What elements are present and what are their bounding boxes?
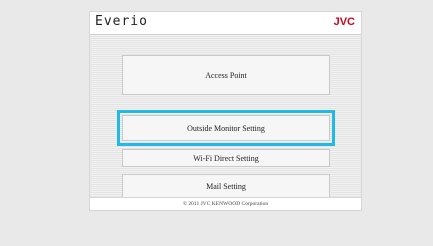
panel-header: Everio JVC — [90, 12, 361, 35]
mail-setting-button[interactable]: Mail Setting — [122, 174, 330, 198]
settings-panel: Everio JVC Access Point Outside Monitor … — [89, 11, 362, 211]
wifi-direct-setting-label: Wi-Fi Direct Setting — [193, 153, 259, 163]
wifi-direct-setting-button[interactable]: Wi-Fi Direct Setting — [122, 149, 330, 167]
mail-setting-label: Mail Setting — [206, 181, 246, 191]
outside-monitor-setting-label: Outside Monitor Setting — [187, 123, 265, 133]
vendor-logo: JVC — [333, 16, 355, 28]
access-point-button[interactable]: Access Point — [122, 55, 330, 95]
access-point-label: Access Point — [205, 70, 247, 80]
outside-monitor-setting-button[interactable]: Outside Monitor Setting — [122, 115, 330, 141]
brand-logo: Everio — [95, 14, 148, 29]
menu-area: Access Point Outside Monitor Setting Wi-… — [90, 35, 361, 198]
footer: © 2011 JVC KENWOOD Corporation — [90, 197, 361, 210]
copyright-text: © 2011 JVC KENWOOD Corporation — [182, 201, 269, 207]
